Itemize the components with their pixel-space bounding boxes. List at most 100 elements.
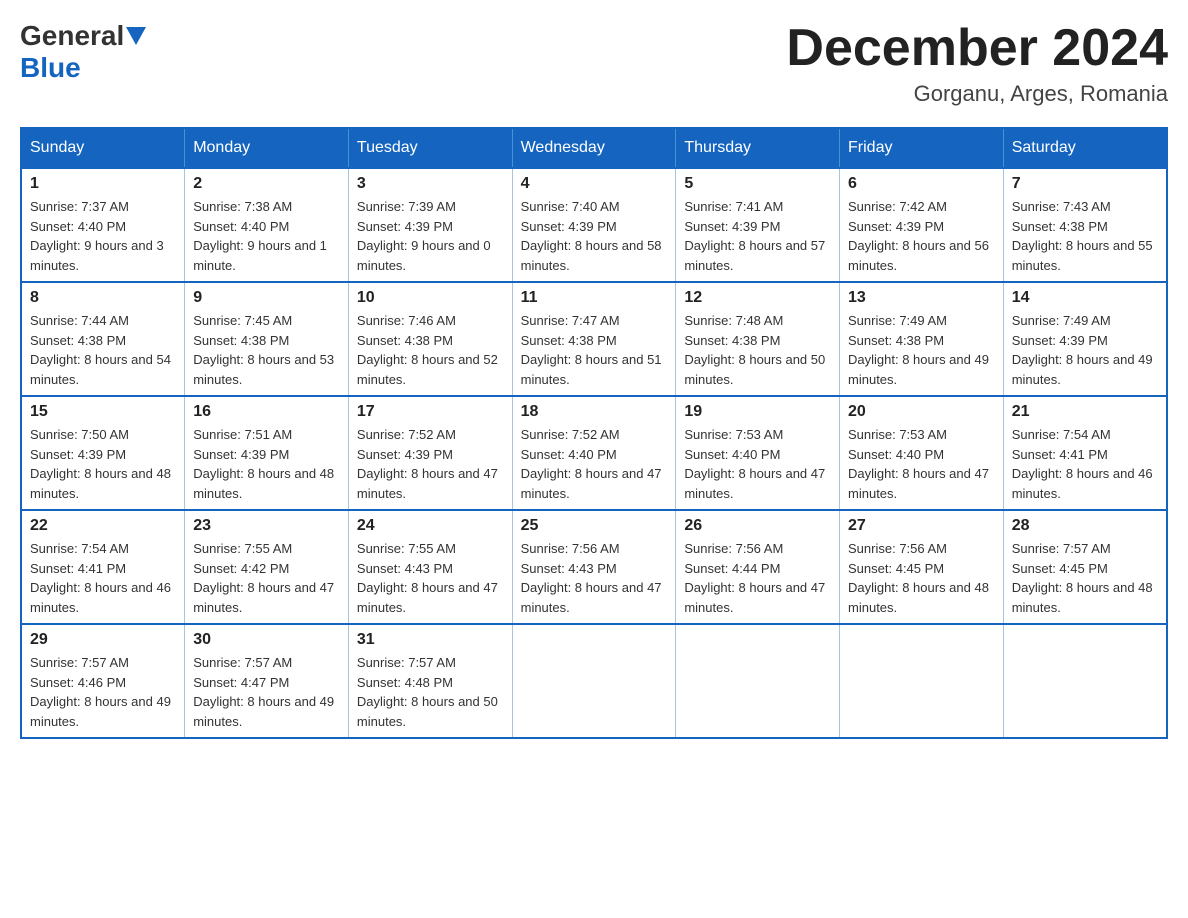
day-info: Sunrise: 7:53 AM Sunset: 4:40 PM Dayligh…: [684, 425, 831, 503]
calendar-cell: 8 Sunrise: 7:44 AM Sunset: 4:38 PM Dayli…: [21, 282, 185, 396]
day-number: 12: [684, 289, 831, 307]
day-number: 28: [1012, 517, 1158, 535]
day-info: Sunrise: 7:54 AM Sunset: 4:41 PM Dayligh…: [1012, 425, 1158, 503]
logo-triangle-icon: [126, 27, 146, 45]
calendar-cell: 11 Sunrise: 7:47 AM Sunset: 4:38 PM Dayl…: [512, 282, 676, 396]
logo-blue-text: Blue: [20, 52, 81, 83]
calendar-cell: 23 Sunrise: 7:55 AM Sunset: 4:42 PM Dayl…: [185, 510, 349, 624]
col-wednesday: Wednesday: [512, 128, 676, 168]
day-number: 26: [684, 517, 831, 535]
calendar-cell: 22 Sunrise: 7:54 AM Sunset: 4:41 PM Dayl…: [21, 510, 185, 624]
calendar-cell: 26 Sunrise: 7:56 AM Sunset: 4:44 PM Dayl…: [676, 510, 840, 624]
day-number: 29: [30, 631, 176, 649]
calendar-cell: 10 Sunrise: 7:46 AM Sunset: 4:38 PM Dayl…: [348, 282, 512, 396]
calendar-week-row-2: 8 Sunrise: 7:44 AM Sunset: 4:38 PM Dayli…: [21, 282, 1167, 396]
day-info: Sunrise: 7:56 AM Sunset: 4:43 PM Dayligh…: [521, 539, 668, 617]
calendar-cell: 7 Sunrise: 7:43 AM Sunset: 4:38 PM Dayli…: [1003, 168, 1167, 282]
col-saturday: Saturday: [1003, 128, 1167, 168]
day-info: Sunrise: 7:55 AM Sunset: 4:42 PM Dayligh…: [193, 539, 340, 617]
day-number: 23: [193, 517, 340, 535]
calendar-cell: 19 Sunrise: 7:53 AM Sunset: 4:40 PM Dayl…: [676, 396, 840, 510]
day-info: Sunrise: 7:56 AM Sunset: 4:45 PM Dayligh…: [848, 539, 995, 617]
day-number: 1: [30, 175, 176, 193]
calendar-cell: 18 Sunrise: 7:52 AM Sunset: 4:40 PM Dayl…: [512, 396, 676, 510]
calendar-cell: 28 Sunrise: 7:57 AM Sunset: 4:45 PM Dayl…: [1003, 510, 1167, 624]
title-section: December 2024 Gorganu, Arges, Romania: [786, 20, 1168, 107]
calendar-cell: [676, 624, 840, 738]
calendar-week-row-3: 15 Sunrise: 7:50 AM Sunset: 4:39 PM Dayl…: [21, 396, 1167, 510]
calendar-cell: 29 Sunrise: 7:57 AM Sunset: 4:46 PM Dayl…: [21, 624, 185, 738]
logo: General Blue: [20, 20, 148, 84]
calendar-table: Sunday Monday Tuesday Wednesday Thursday…: [20, 127, 1168, 739]
calendar-cell: 20 Sunrise: 7:53 AM Sunset: 4:40 PM Dayl…: [840, 396, 1004, 510]
calendar-cell: [840, 624, 1004, 738]
col-tuesday: Tuesday: [348, 128, 512, 168]
day-number: 11: [521, 289, 668, 307]
calendar-cell: 12 Sunrise: 7:48 AM Sunset: 4:38 PM Dayl…: [676, 282, 840, 396]
day-info: Sunrise: 7:54 AM Sunset: 4:41 PM Dayligh…: [30, 539, 176, 617]
day-info: Sunrise: 7:57 AM Sunset: 4:45 PM Dayligh…: [1012, 539, 1158, 617]
day-info: Sunrise: 7:49 AM Sunset: 4:39 PM Dayligh…: [1012, 311, 1158, 389]
day-info: Sunrise: 7:38 AM Sunset: 4:40 PM Dayligh…: [193, 197, 340, 275]
calendar-header-row: Sunday Monday Tuesday Wednesday Thursday…: [21, 128, 1167, 168]
day-info: Sunrise: 7:49 AM Sunset: 4:38 PM Dayligh…: [848, 311, 995, 389]
calendar-cell: 9 Sunrise: 7:45 AM Sunset: 4:38 PM Dayli…: [185, 282, 349, 396]
day-info: Sunrise: 7:56 AM Sunset: 4:44 PM Dayligh…: [684, 539, 831, 617]
day-number: 22: [30, 517, 176, 535]
calendar-cell: 27 Sunrise: 7:56 AM Sunset: 4:45 PM Dayl…: [840, 510, 1004, 624]
day-number: 8: [30, 289, 176, 307]
day-number: 10: [357, 289, 504, 307]
day-number: 13: [848, 289, 995, 307]
day-number: 7: [1012, 175, 1158, 193]
calendar-week-row-1: 1 Sunrise: 7:37 AM Sunset: 4:40 PM Dayli…: [21, 168, 1167, 282]
col-friday: Friday: [840, 128, 1004, 168]
day-number: 15: [30, 403, 176, 421]
calendar-cell: 5 Sunrise: 7:41 AM Sunset: 4:39 PM Dayli…: [676, 168, 840, 282]
calendar-cell: 24 Sunrise: 7:55 AM Sunset: 4:43 PM Dayl…: [348, 510, 512, 624]
col-monday: Monday: [185, 128, 349, 168]
day-info: Sunrise: 7:44 AM Sunset: 4:38 PM Dayligh…: [30, 311, 176, 389]
day-number: 16: [193, 403, 340, 421]
day-info: Sunrise: 7:52 AM Sunset: 4:40 PM Dayligh…: [521, 425, 668, 503]
day-info: Sunrise: 7:50 AM Sunset: 4:39 PM Dayligh…: [30, 425, 176, 503]
col-thursday: Thursday: [676, 128, 840, 168]
day-number: 20: [848, 403, 995, 421]
day-number: 3: [357, 175, 504, 193]
day-info: Sunrise: 7:46 AM Sunset: 4:38 PM Dayligh…: [357, 311, 504, 389]
day-info: Sunrise: 7:41 AM Sunset: 4:39 PM Dayligh…: [684, 197, 831, 275]
month-title: December 2024: [786, 20, 1168, 77]
calendar-cell: 4 Sunrise: 7:40 AM Sunset: 4:39 PM Dayli…: [512, 168, 676, 282]
day-number: 19: [684, 403, 831, 421]
day-number: 5: [684, 175, 831, 193]
calendar-cell: 6 Sunrise: 7:42 AM Sunset: 4:39 PM Dayli…: [840, 168, 1004, 282]
calendar-cell: 14 Sunrise: 7:49 AM Sunset: 4:39 PM Dayl…: [1003, 282, 1167, 396]
day-info: Sunrise: 7:42 AM Sunset: 4:39 PM Dayligh…: [848, 197, 995, 275]
calendar-cell: [512, 624, 676, 738]
day-info: Sunrise: 7:57 AM Sunset: 4:46 PM Dayligh…: [30, 653, 176, 731]
day-number: 9: [193, 289, 340, 307]
day-info: Sunrise: 7:47 AM Sunset: 4:38 PM Dayligh…: [521, 311, 668, 389]
calendar-week-row-5: 29 Sunrise: 7:57 AM Sunset: 4:46 PM Dayl…: [21, 624, 1167, 738]
calendar-cell: 21 Sunrise: 7:54 AM Sunset: 4:41 PM Dayl…: [1003, 396, 1167, 510]
calendar-week-row-4: 22 Sunrise: 7:54 AM Sunset: 4:41 PM Dayl…: [21, 510, 1167, 624]
page-header: General Blue December 2024 Gorganu, Arge…: [20, 20, 1168, 107]
day-number: 24: [357, 517, 504, 535]
day-number: 14: [1012, 289, 1158, 307]
day-info: Sunrise: 7:57 AM Sunset: 4:48 PM Dayligh…: [357, 653, 504, 731]
calendar-cell: 30 Sunrise: 7:57 AM Sunset: 4:47 PM Dayl…: [185, 624, 349, 738]
day-number: 6: [848, 175, 995, 193]
calendar-cell: 16 Sunrise: 7:51 AM Sunset: 4:39 PM Dayl…: [185, 396, 349, 510]
day-number: 18: [521, 403, 668, 421]
day-info: Sunrise: 7:45 AM Sunset: 4:38 PM Dayligh…: [193, 311, 340, 389]
day-number: 27: [848, 517, 995, 535]
day-info: Sunrise: 7:39 AM Sunset: 4:39 PM Dayligh…: [357, 197, 504, 275]
day-info: Sunrise: 7:48 AM Sunset: 4:38 PM Dayligh…: [684, 311, 831, 389]
calendar-cell: 17 Sunrise: 7:52 AM Sunset: 4:39 PM Dayl…: [348, 396, 512, 510]
calendar-cell: 15 Sunrise: 7:50 AM Sunset: 4:39 PM Dayl…: [21, 396, 185, 510]
day-info: Sunrise: 7:53 AM Sunset: 4:40 PM Dayligh…: [848, 425, 995, 503]
col-sunday: Sunday: [21, 128, 185, 168]
day-info: Sunrise: 7:43 AM Sunset: 4:38 PM Dayligh…: [1012, 197, 1158, 275]
location-text: Gorganu, Arges, Romania: [786, 81, 1168, 107]
calendar-cell: 25 Sunrise: 7:56 AM Sunset: 4:43 PM Dayl…: [512, 510, 676, 624]
day-info: Sunrise: 7:51 AM Sunset: 4:39 PM Dayligh…: [193, 425, 340, 503]
